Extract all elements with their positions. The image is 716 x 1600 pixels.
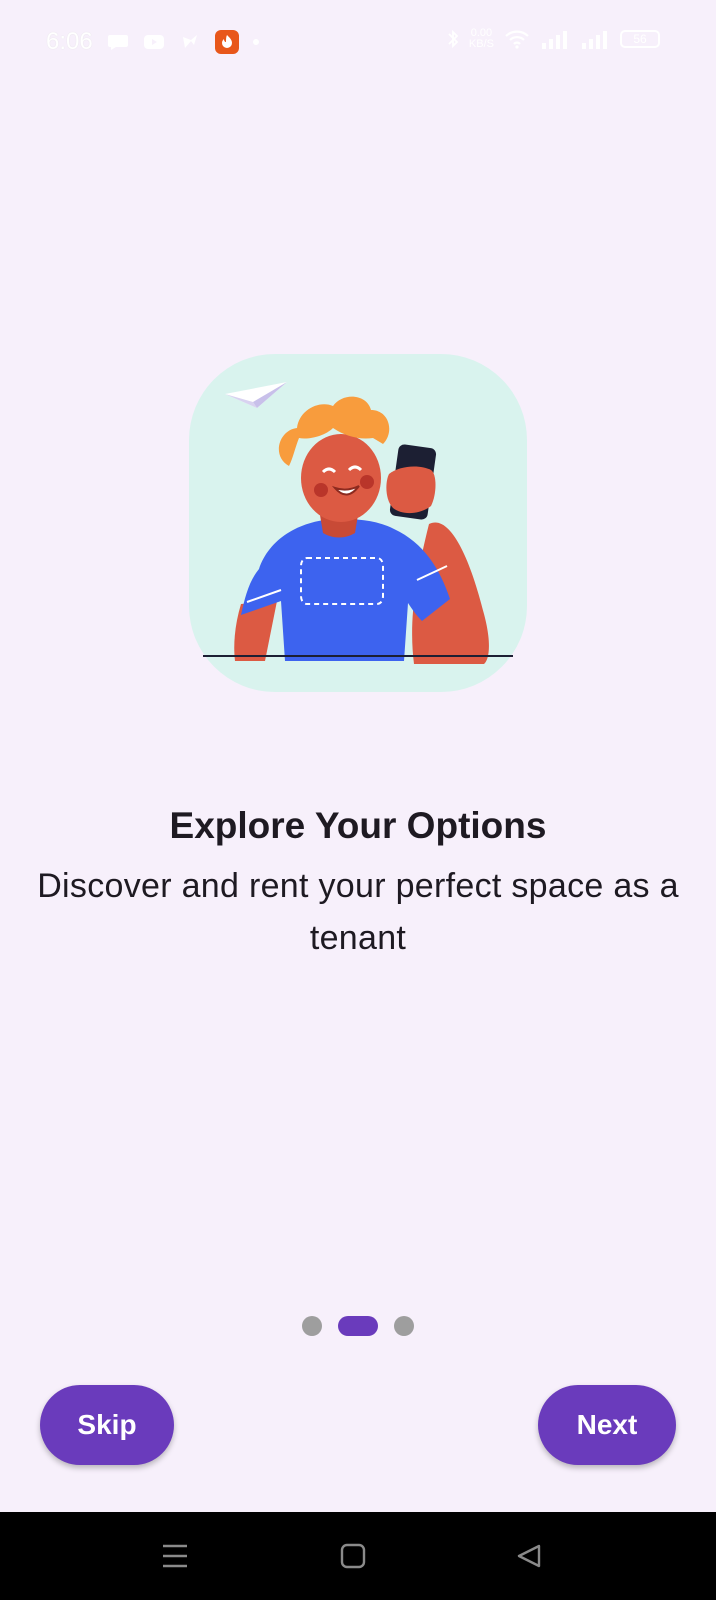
youtube-icon [143,35,164,49]
home-square-icon [340,1543,366,1569]
status-right: 0.00 KB/S 56 [447,28,660,50]
network-speed-unit: KB/S [468,38,494,50]
cheek-left [314,483,328,497]
page-dot-1[interactable] [302,1316,322,1336]
wifi-icon [505,30,529,49]
cheek-right [360,475,374,489]
bluetooth-icon [448,29,459,49]
signal-sim2-icon [582,31,607,49]
app-notification-icon [214,30,239,54]
back-button[interactable] [507,1534,551,1578]
next-button[interactable]: Next [538,1385,676,1465]
recent-apps-button[interactable] [153,1534,197,1578]
more-notifications-dot-icon [252,39,259,45]
signal-sim1-icon [542,31,567,49]
hand [386,466,436,514]
page-dot-3[interactable] [394,1316,414,1336]
system-nav-bar [0,1512,716,1600]
onboarding-subtitle: Discover and rent your perfect space as … [37,867,679,957]
home-button[interactable] [331,1534,375,1578]
telenor-icon [182,35,197,48]
page-indicator [0,1316,716,1336]
back-triangle-icon [517,1544,541,1568]
chat-icon [107,35,128,50]
menu-icon [163,1544,187,1568]
battery-indicator: 56 [620,30,660,48]
onboarding-illustration [189,354,527,692]
onboarding-title: Explore Your Options [169,805,547,846]
skip-button[interactable]: Skip [40,1385,174,1465]
status-time: 6:06 [46,28,93,55]
page-dot-2-active[interactable] [338,1316,378,1336]
network-speed: 0.00 KB/S [469,28,494,50]
status-bar: 6:06 0.00 KB/S 56 [0,0,716,84]
status-left: 6:06 [46,28,259,56]
